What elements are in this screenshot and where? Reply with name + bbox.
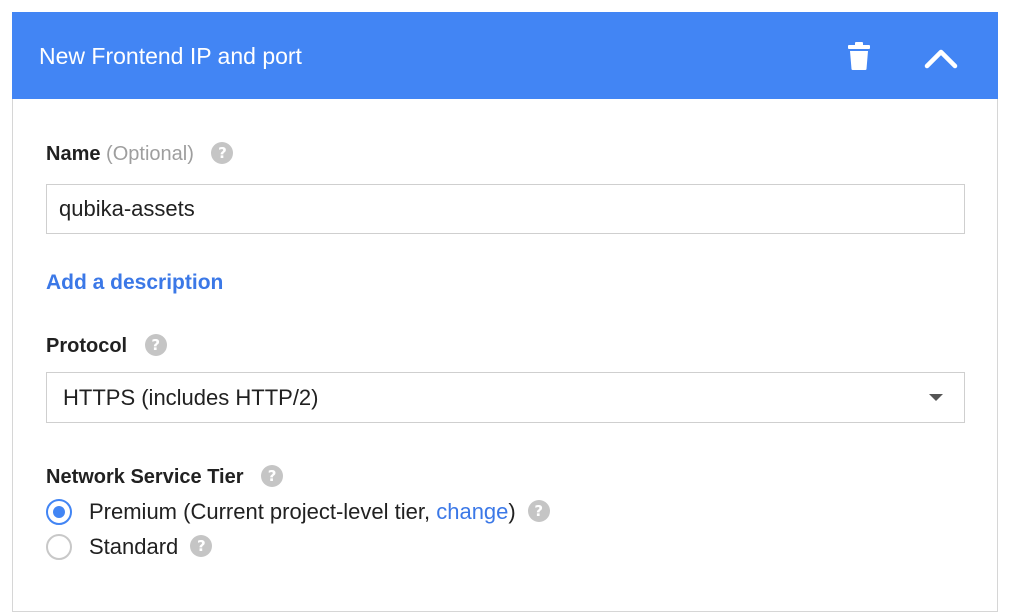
help-icon[interactable]: ? <box>211 141 234 164</box>
radio-premium-label: Premium (Current project-level tier, cha… <box>89 497 550 527</box>
network-tier-label: Network Service Tier ? <box>46 464 284 489</box>
protocol-selected-value: HTTPS (includes HTTP/2) <box>63 385 319 410</box>
change-tier-link[interactable]: change <box>436 499 508 524</box>
radio-standard-label: Standard? <box>89 532 213 562</box>
caret-down-icon <box>929 394 943 401</box>
chevron-up-icon[interactable] <box>924 46 958 70</box>
radio-standard[interactable] <box>46 534 72 560</box>
radio-premium[interactable] <box>46 499 72 525</box>
trash-icon[interactable] <box>848 42 870 70</box>
premium-label-suffix: ) <box>508 499 516 524</box>
add-description-link[interactable]: Add a description <box>46 270 223 296</box>
protocol-label-text: Protocol <box>46 335 128 357</box>
optional-hint: (Optional) <box>106 143 194 165</box>
network-tier-label-text: Network Service Tier <box>46 466 244 488</box>
premium-label-prefix: Premium (Current project-level tier, <box>89 499 437 524</box>
protocol-label: Protocol ? <box>46 333 167 358</box>
name-label: Name (Optional) ? <box>46 141 234 166</box>
help-icon[interactable]: ? <box>190 535 213 558</box>
name-input[interactable]: qubika-assets <box>46 184 965 234</box>
panel-header: New Frontend IP and port <box>12 12 998 99</box>
panel-title: New Frontend IP and port <box>39 43 302 69</box>
protocol-select[interactable]: HTTPS (includes HTTP/2) <box>46 372 965 423</box>
help-icon[interactable]: ? <box>144 333 167 356</box>
name-label-text: Name <box>46 143 101 165</box>
help-icon[interactable]: ? <box>527 500 550 523</box>
help-icon[interactable]: ? <box>261 464 284 487</box>
standard-label-text: Standard <box>89 534 179 559</box>
